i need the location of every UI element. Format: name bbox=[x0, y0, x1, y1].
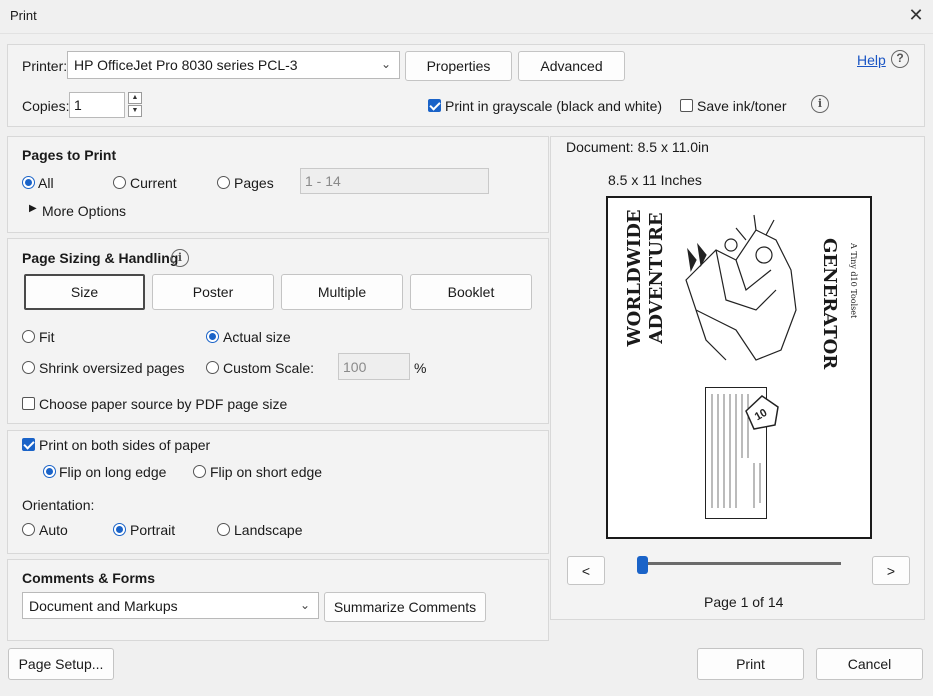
fit-label: Fit bbox=[39, 329, 55, 345]
sizing-info-icon[interactable]: i bbox=[171, 249, 189, 267]
advanced-button[interactable]: Advanced bbox=[518, 51, 625, 81]
page-size-label: 8.5 x 11 Inches bbox=[608, 172, 702, 188]
prev-page-label: < bbox=[581, 562, 591, 579]
portrait-radio[interactable] bbox=[113, 523, 126, 536]
prev-page-button[interactable]: < bbox=[567, 556, 605, 585]
d10-dice-icon: 10 bbox=[745, 395, 779, 430]
preview-subtitle: A Tiny d10 Toolset bbox=[849, 243, 858, 319]
summarize-comments-button[interactable]: Summarize Comments bbox=[324, 592, 486, 622]
expand-triangle-icon[interactable]: ▶ bbox=[29, 203, 37, 214]
page-preview: WORLDWIDE ADVENTURE GENERATOR A Tiny d10… bbox=[606, 196, 872, 539]
tab-poster-label: Poster bbox=[192, 284, 234, 300]
auto-orientation-radio[interactable] bbox=[22, 523, 35, 536]
landscape-label: Landscape bbox=[234, 522, 303, 538]
comments-title: Comments & Forms bbox=[22, 570, 156, 586]
save-ink-label: Save ink/toner bbox=[697, 98, 787, 114]
copies-label: Copies: bbox=[22, 98, 70, 114]
page-range-radio[interactable] bbox=[217, 176, 230, 189]
paper-source-label: Choose paper source by PDF page size bbox=[39, 396, 288, 412]
properties-button[interactable]: Properties bbox=[405, 51, 512, 81]
page-setup-label: Page Setup... bbox=[18, 656, 104, 672]
comments-selected-value: Document and Markups bbox=[29, 597, 178, 614]
print-button[interactable]: Print bbox=[697, 648, 804, 680]
paper-source-checkbox[interactable] bbox=[22, 397, 35, 410]
tab-booklet[interactable]: Booklet bbox=[410, 274, 532, 310]
tab-size-label: Size bbox=[70, 284, 99, 300]
grayscale-checkbox[interactable] bbox=[428, 99, 441, 112]
page-sizing-title: Page Sizing & Handling bbox=[22, 250, 179, 266]
save-ink-checkbox[interactable] bbox=[680, 99, 693, 112]
printer-selected-value: HP OfficeJet Pro 8030 series PCL-3 bbox=[74, 57, 298, 73]
copies-decrement-icon[interactable]: ▼ bbox=[128, 105, 142, 117]
long-edge-radio[interactable] bbox=[43, 465, 56, 478]
page-range-input[interactable]: 1 - 14 bbox=[300, 168, 489, 194]
current-page-label: Current bbox=[130, 175, 177, 191]
properties-button-label: Properties bbox=[426, 58, 491, 74]
actual-size-radio[interactable] bbox=[206, 330, 219, 343]
portrait-label: Portrait bbox=[130, 522, 176, 538]
document-size-label: Document: 8.5 x 11.0in bbox=[566, 139, 709, 155]
page-range-label: Pages bbox=[234, 175, 274, 191]
tab-poster[interactable]: Poster bbox=[152, 274, 274, 310]
custom-scale-input[interactable]: 100 bbox=[338, 353, 410, 380]
help-question-icon[interactable]: ? bbox=[891, 50, 909, 68]
tab-multiple[interactable]: Multiple bbox=[281, 274, 403, 310]
preview-title-line-1: WORLDWIDE bbox=[624, 209, 645, 347]
actual-size-label: Actual size bbox=[223, 329, 291, 345]
cancel-button[interactable]: Cancel bbox=[816, 648, 923, 680]
print-label: Print bbox=[736, 656, 765, 672]
shrink-oversized-label: Shrink oversized pages bbox=[39, 360, 185, 376]
orientation-label: Orientation: bbox=[22, 497, 95, 513]
next-page-label: > bbox=[886, 562, 896, 579]
comments-select[interactable]: Document and Markups ⌄ bbox=[22, 592, 319, 619]
cancel-label: Cancel bbox=[847, 656, 892, 672]
both-sides-checkbox[interactable] bbox=[22, 438, 35, 451]
fit-radio[interactable] bbox=[22, 330, 35, 343]
landscape-radio[interactable] bbox=[217, 523, 230, 536]
tab-booklet-label: Booklet bbox=[447, 284, 495, 300]
copies-increment-icon[interactable]: ▲ bbox=[128, 92, 142, 104]
close-icon[interactable]: ✕ bbox=[905, 4, 927, 26]
info-icon[interactable]: i bbox=[811, 95, 829, 113]
both-sides-label: Print on both sides of paper bbox=[39, 437, 211, 453]
page-range-value: 1 - 14 bbox=[305, 173, 341, 189]
copies-input[interactable]: 1 bbox=[69, 92, 125, 118]
page-indicator: Page 1 of 14 bbox=[704, 594, 784, 610]
pages-to-print-title: Pages to Print bbox=[22, 147, 117, 163]
all-pages-radio[interactable] bbox=[22, 176, 35, 189]
short-edge-label: Flip on short edge bbox=[210, 464, 323, 480]
preview-title-right: GENERATOR bbox=[819, 238, 840, 370]
help-link[interactable]: Help bbox=[857, 52, 886, 68]
short-edge-radio[interactable] bbox=[193, 465, 206, 478]
next-page-button[interactable]: > bbox=[872, 556, 910, 585]
page-setup-button[interactable]: Page Setup... bbox=[8, 648, 114, 680]
more-options-label[interactable]: More Options bbox=[42, 203, 126, 219]
printer-label: Printer: bbox=[22, 58, 68, 74]
long-edge-label: Flip on long edge bbox=[59, 464, 167, 480]
advanced-button-label: Advanced bbox=[540, 58, 603, 74]
chevron-down-icon: ⌄ bbox=[299, 598, 310, 612]
current-page-radio[interactable] bbox=[113, 176, 126, 189]
tab-size[interactable]: Size bbox=[24, 274, 145, 310]
auto-orientation-label: Auto bbox=[39, 522, 68, 538]
grayscale-label: Print in grayscale (black and white) bbox=[445, 98, 663, 114]
chevron-down-icon: ⌄ bbox=[380, 57, 391, 71]
custom-scale-label: Custom Scale: bbox=[223, 360, 315, 376]
summarize-comments-label: Summarize Comments bbox=[333, 599, 477, 615]
printer-select[interactable]: HP OfficeJet Pro 8030 series PCL-3 ⌄ bbox=[67, 51, 400, 79]
page-slider-track[interactable] bbox=[641, 562, 841, 565]
title-separator bbox=[0, 33, 933, 34]
all-pages-label: All bbox=[38, 175, 54, 191]
custom-scale-value: 100 bbox=[343, 358, 367, 375]
preview-title-left: WORLDWIDE ADVENTURE bbox=[624, 208, 668, 348]
copies-value: 1 bbox=[74, 97, 82, 113]
percent-label: % bbox=[414, 360, 427, 376]
page-slider-thumb[interactable] bbox=[637, 556, 648, 574]
window-title: Print bbox=[10, 8, 37, 23]
custom-scale-radio[interactable] bbox=[206, 361, 219, 374]
tab-multiple-label: Multiple bbox=[317, 284, 367, 300]
preview-illustration bbox=[685, 214, 797, 361]
shrink-oversized-radio[interactable] bbox=[22, 361, 35, 374]
preview-title-line-2: ADVENTURE bbox=[646, 212, 667, 344]
